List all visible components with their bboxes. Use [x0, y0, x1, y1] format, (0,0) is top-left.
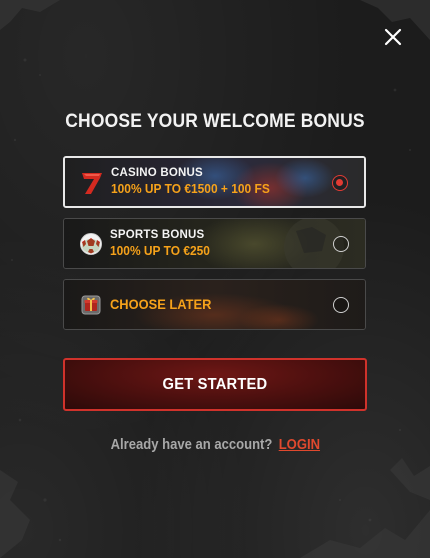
get-started-label: GET STARTED — [162, 376, 268, 393]
login-prompt: Already have an account? LOGIN — [0, 437, 430, 453]
get-started-button[interactable]: GET STARTED — [63, 358, 367, 411]
option-description: CHOOSE LATER — [110, 296, 212, 312]
option-label: SPORTS BONUS — [110, 229, 205, 241]
welcome-bonus-modal: CHOOSE YOUR WELCOME BONUS CASINO BONUS 1… — [0, 0, 430, 558]
option-description: 100% UP TO €1500 + 100 FS — [111, 181, 270, 196]
login-prompt-text: Already have an account? — [110, 437, 273, 453]
radio-sports[interactable] — [333, 236, 349, 252]
lucky-seven-icon — [80, 170, 104, 194]
gift-box-icon — [79, 293, 103, 317]
close-icon — [384, 28, 402, 46]
option-sports-bonus[interactable]: SPORTS BONUS 100% UP TO €250 — [63, 218, 366, 269]
login-link[interactable]: LOGIN — [278, 437, 319, 453]
option-choose-later[interactable]: CHOOSE LATER — [63, 279, 366, 330]
modal-title: CHOOSE YOUR WELCOME BONUS — [65, 111, 365, 132]
close-button[interactable] — [382, 26, 404, 48]
option-casino-bonus[interactable]: CASINO BONUS 100% UP TO €1500 + 100 FS — [63, 156, 366, 208]
radio-casino-selected[interactable] — [332, 175, 348, 191]
option-description: 100% UP TO €250 — [110, 243, 210, 258]
radio-choose-later[interactable] — [333, 297, 349, 313]
soccer-ball-icon — [79, 232, 103, 256]
option-label: CASINO BONUS — [111, 167, 203, 179]
